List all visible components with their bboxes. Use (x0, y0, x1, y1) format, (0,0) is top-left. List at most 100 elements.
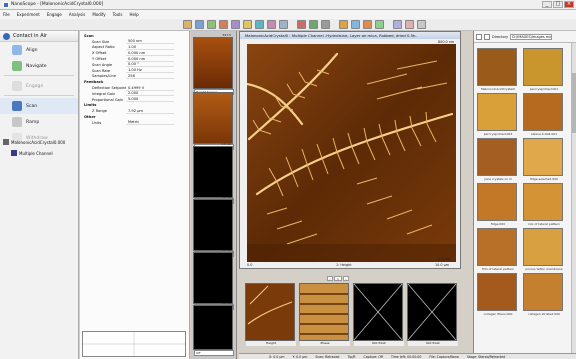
scan-icon (12, 101, 22, 111)
thumb-height[interactable]: Height (245, 283, 296, 346)
next-page-button[interactable]: › (343, 276, 349, 281)
continue-icon[interactable] (309, 20, 318, 29)
close-button[interactable]: × (564, 1, 574, 8)
gallery-tile[interactable]: percrysp/dried.003 (477, 93, 517, 136)
stop-icon[interactable] (297, 20, 306, 29)
gallery-scrollbar[interactable] (571, 43, 576, 353)
gallery-tile[interactable]: porous teflon membrane (523, 228, 563, 271)
nav-ramp[interactable]: Ramp (0, 114, 78, 130)
channel-1-preview[interactable]: 397.5 Height Sensor (193, 33, 234, 95)
maximize-button[interactable]: □ (553, 1, 563, 8)
scope-trace (83, 332, 185, 356)
roughness-icon[interactable] (363, 20, 372, 29)
param-value[interactable]: 256 (126, 74, 174, 79)
menu-analysis[interactable]: Analysis (69, 12, 85, 17)
gallery-tile[interactable]: mix of lateral pattern (523, 183, 563, 226)
prev-page-button[interactable]: ‹ (327, 276, 333, 281)
bearing-icon[interactable] (375, 20, 384, 29)
image-window: MalononicAcidCrystal0 : Multiple Channel… (239, 31, 461, 269)
minimize-button[interactable]: _ (542, 1, 552, 8)
gallery-tile[interactable]: alkane.4.004.001 (523, 93, 563, 136)
param-key: Samples/Line (92, 74, 117, 79)
scope-plot (82, 331, 186, 357)
gallery-tile[interactable]: fidge.000 (477, 183, 517, 226)
nav-scan[interactable]: Scan (0, 98, 78, 114)
channel-6-preview[interactable]: 1.0 nA Off (193, 301, 234, 356)
settings-icon[interactable] (321, 20, 330, 29)
nav-engage: Engage (0, 78, 78, 94)
channel-3-preview[interactable]: 1.0 nA Off (193, 142, 234, 204)
channel-2-preview[interactable]: Deflection Error (193, 92, 234, 150)
menu-file[interactable]: File (3, 12, 10, 17)
empty-cross-icon (353, 283, 403, 341)
gallery-tile-label: percrysp/dried.001 (529, 87, 559, 91)
param-value[interactable]: 7.92 µm (126, 109, 174, 114)
page-number[interactable]: 1 (334, 276, 342, 281)
gallery-tile[interactable]: percrysp/dried.001 (523, 48, 563, 91)
param-value[interactable]: 2.000 (126, 91, 174, 97)
param-value[interactable]: 0.000 nm (126, 51, 174, 56)
gallery-scroll-thumb[interactable] (572, 73, 576, 133)
workflow-panel: Contact in Air Align Navigate Engage Sca… (0, 31, 79, 359)
thumb-phase[interactable]: Phase (299, 283, 350, 346)
param-value[interactable]: 0.00 ° (126, 62, 174, 68)
frame-up-icon[interactable] (267, 20, 276, 29)
channel-5-preview[interactable]: 1.0 nA Off (193, 248, 234, 310)
save-icon[interactable] (195, 20, 204, 29)
ramp-icon[interactable] (255, 20, 264, 29)
help-icon[interactable] (417, 20, 426, 29)
gallery-tile[interactable]: MalononicAcidCrystal0 (477, 48, 517, 91)
param-value[interactable]: 5.000 (126, 97, 174, 103)
flatten-icon[interactable] (339, 20, 348, 29)
param-key: Scan Rate (92, 68, 111, 73)
thumb-empty-2-label: Not Exist (408, 341, 458, 346)
withdraw-icon[interactable] (231, 20, 240, 29)
thumb-empty-2[interactable]: Not Exist (407, 283, 458, 346)
param-key: Scan Angle (92, 62, 113, 67)
param-value[interactable]: Metric (126, 120, 174, 126)
param-value[interactable]: 0.000 nm (126, 57, 174, 62)
status-x: X: 0.0 µm (269, 354, 285, 359)
channel-node[interactable]: Multiple Channel (3, 149, 65, 157)
engage-icon[interactable] (219, 20, 228, 29)
experiment-node[interactable]: MalononicAcidCrystal0.000 (3, 138, 65, 146)
zoom-icon[interactable] (405, 20, 414, 29)
menu-experiment[interactable]: Experiment (17, 12, 40, 17)
3d-view-icon[interactable] (393, 20, 402, 29)
ramp-icon (12, 117, 22, 127)
menu-engage[interactable]: Engage (47, 12, 62, 17)
x-min-label: 0.0 (247, 263, 253, 267)
thumb-empty-1-label: Not Exist (354, 341, 404, 346)
param-value[interactable]: 0.4999 V (126, 86, 174, 91)
thumb-height-image (246, 284, 294, 340)
menu-tools[interactable]: Tools (113, 12, 123, 17)
param-key: Other (84, 115, 96, 120)
channel-4-preview[interactable]: 1.0 nA Off (193, 195, 234, 257)
scan-icon[interactable] (243, 20, 252, 29)
capture-thumbnails: Height Phase Not Exist Not Exist (239, 283, 461, 353)
gallery-tile[interactable]: film of lateral pattern (477, 228, 517, 271)
frame-down-icon[interactable] (279, 20, 288, 29)
gallery-tile[interactable]: fidge.selected.000 (523, 138, 563, 181)
param-value[interactable]: 1.00 (126, 45, 174, 50)
menu-modify[interactable]: Modify (92, 12, 105, 17)
capture-icon[interactable] (207, 20, 216, 29)
param-row[interactable]: Units Metric (80, 120, 189, 126)
param-value[interactable]: 1.00 Hz (126, 68, 174, 74)
gallery-path[interactable]: D:\IMAGES\Images mica (510, 33, 553, 40)
open-icon[interactable] (183, 20, 192, 29)
menu-help[interactable]: Help (130, 12, 139, 17)
gallery-up-button[interactable] (484, 33, 490, 40)
param-value[interactable]: 500 nm (126, 39, 174, 45)
channel-6-select[interactable]: Off (194, 350, 234, 356)
gallery-tile[interactable]: collagen striated.000 (523, 273, 563, 316)
afm-height-image[interactable] (245, 44, 456, 262)
gallery-view-button[interactable] (476, 33, 482, 40)
section-icon[interactable] (351, 20, 360, 29)
gallery-tile[interactable]: juice crystals on m (477, 138, 517, 181)
gallery-tile[interactable]: collagen fibers.000 (477, 273, 517, 316)
param-key: Y Offset (92, 57, 107, 62)
nav-align[interactable]: Align (0, 42, 78, 58)
thumb-empty-1[interactable]: Not Exist (353, 283, 404, 346)
nav-navigate[interactable]: Navigate (0, 58, 78, 74)
